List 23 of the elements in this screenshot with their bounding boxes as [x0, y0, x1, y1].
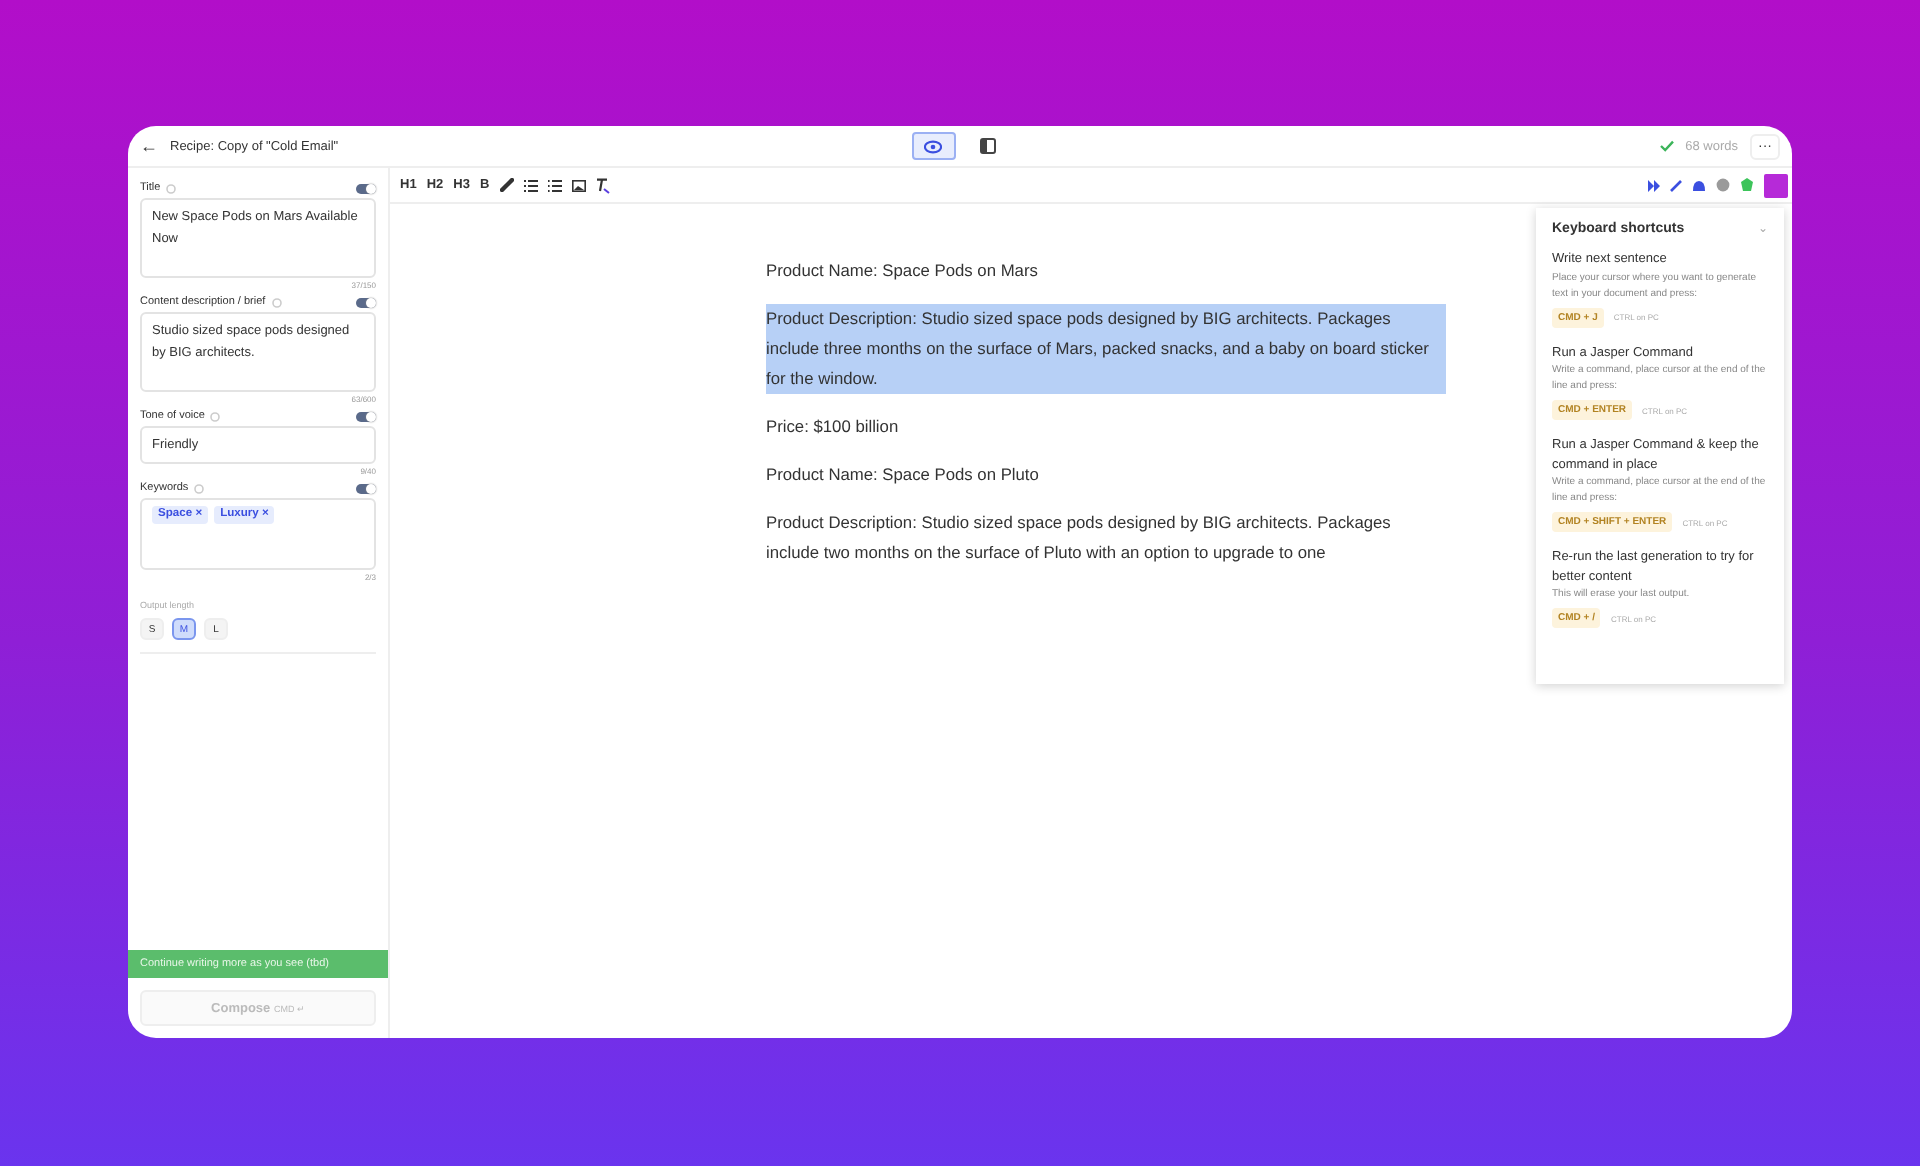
pencil-icon[interactable] — [1670, 179, 1682, 191]
document-paragraph: Product Description: Studio sized space pods designed by BIG architects. Packages include two months on the surface of Pluto with an option to upgrade to one — [766, 510, 1393, 566]
numbered-list-icon[interactable] — [523, 179, 538, 191]
info-icon — [166, 183, 177, 193]
back-button[interactable]: ← — [140, 136, 158, 156]
document-paragraph: Product Description: Studio sized space pods designed by BIG architects. Packages include three months on the surface of Mars, packed snacks, and a baby on board sticker for the window. — [766, 304, 1446, 394]
document-paragraph: Product Name: Space Pods on Mars — [766, 258, 1040, 284]
double-arrow-icon[interactable] — [1648, 179, 1660, 191]
document-paragraph: Product Name: Space Pods on Pluto — [766, 462, 1041, 488]
toggle-switch[interactable] — [356, 483, 376, 493]
info-icon — [271, 297, 282, 307]
info-icon — [194, 483, 205, 493]
toggle-switch[interactable] — [356, 183, 376, 193]
image-icon[interactable] — [571, 179, 586, 191]
bullet-list-icon[interactable] — [547, 179, 562, 191]
eye-icon[interactable] — [911, 132, 955, 160]
avatar-icon[interactable] — [1764, 173, 1788, 197]
clear-format-icon[interactable] — [595, 177, 610, 193]
document-paragraph: Price: $100 billion — [766, 414, 901, 440]
circle-icon[interactable] — [1716, 178, 1730, 192]
info-icon — [210, 411, 221, 421]
toggle-switch[interactable] — [356, 411, 376, 421]
toggle-switch[interactable] — [356, 297, 376, 307]
